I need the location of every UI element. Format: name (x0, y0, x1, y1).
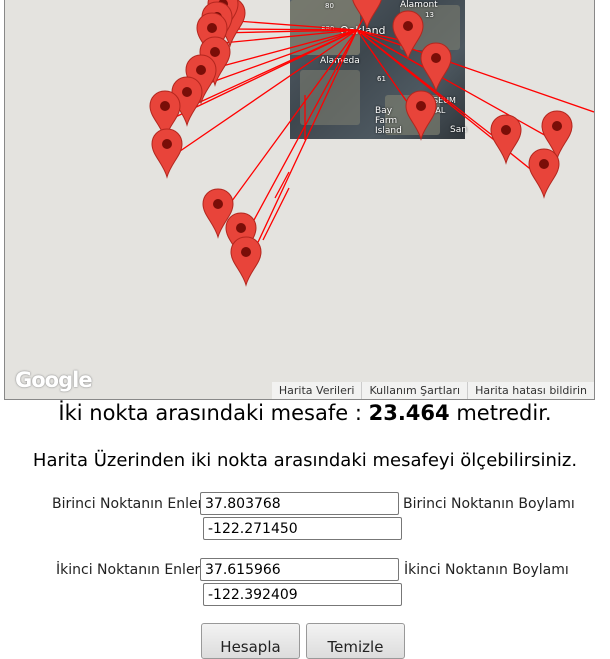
page-subtitle: Harita Üzerinden iki nokta arasındaki me… (32, 450, 578, 471)
second-lat-label: İkinci Noktanın Enlemi (56, 562, 213, 578)
result-prefix: İki nokta arasındaki mesafe : (58, 401, 369, 425)
distance-line (245, 29, 358, 269)
distance-result: İki nokta arasındaki mesafe : 23.464 met… (0, 401, 610, 425)
clear-button[interactable]: Temizle (306, 623, 405, 659)
calculate-button[interactable]: Hesapla (201, 623, 300, 659)
map-marker-icon[interactable] (352, 0, 382, 30)
second-lng-input[interactable] (203, 583, 402, 606)
first-lat-label: Birinci Noktanın Enlemi (52, 496, 216, 512)
second-lng-label: İkinci Noktanın Boylamı (404, 562, 569, 578)
map-marker-icon[interactable] (230, 236, 262, 287)
google-logo: Google (15, 368, 93, 392)
map-data-link[interactable]: Harita Verileri (272, 382, 362, 399)
result-suffix: metredir. (449, 401, 552, 425)
first-lng-input[interactable] (203, 517, 402, 540)
distance-line (356, 29, 594, 113)
first-lat-input[interactable] (200, 492, 399, 515)
second-lat-input[interactable] (200, 558, 399, 581)
map-footer: Harita Verileri Kullanım Şartları Harita… (271, 382, 594, 399)
report-error-link[interactable]: Harita hatası bildirin (467, 382, 594, 399)
first-lng-label: Birinci Noktanın Boylamı (403, 496, 575, 512)
map-marker-icon[interactable] (490, 114, 522, 165)
map-overlay (149, 0, 594, 287)
terms-link[interactable]: Kullanım Şartları (361, 382, 467, 399)
map-marker-icon[interactable] (405, 90, 437, 141)
map-marker-icon[interactable] (528, 148, 560, 199)
distance-line (240, 29, 358, 245)
map-marker-icon[interactable] (151, 128, 183, 179)
distance-line (356, 29, 558, 143)
markers (149, 0, 573, 287)
result-value: 23.464 (368, 401, 450, 425)
map-view[interactable]: Oakland Alameda Bay Farm Island Alamont … (4, 0, 595, 400)
distance-line (274, 171, 290, 199)
